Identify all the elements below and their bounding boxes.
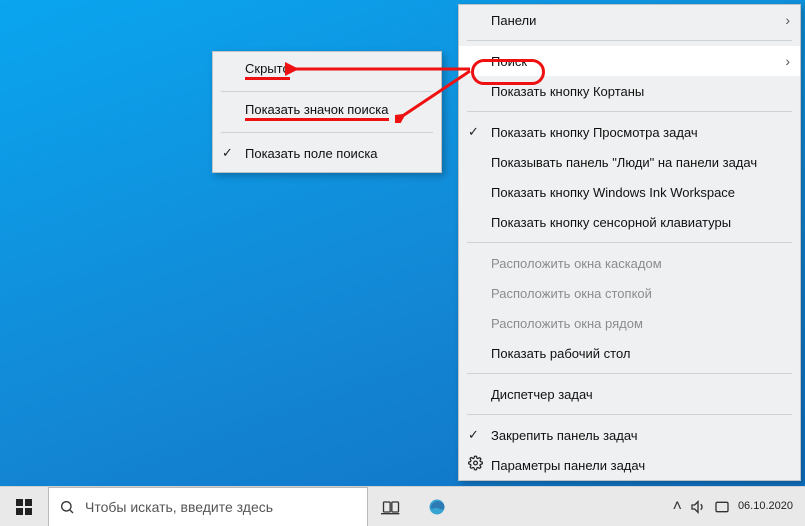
separator bbox=[221, 132, 433, 133]
menu-label: Расположить окна каскадом bbox=[491, 256, 662, 271]
edge-icon bbox=[427, 497, 447, 517]
menu-label: Диспетчер задач bbox=[491, 387, 593, 402]
menu-label: Показать кнопку Просмотра задач bbox=[491, 125, 698, 140]
edge-button[interactable] bbox=[414, 487, 460, 526]
separator bbox=[467, 40, 792, 41]
menu-item-sidebyside: Расположить окна рядом bbox=[459, 308, 800, 338]
submenu-item-show-search-icon[interactable]: Показать значок поиска bbox=[213, 97, 441, 127]
gear-icon bbox=[468, 456, 483, 475]
separator bbox=[467, 373, 792, 374]
search-input[interactable] bbox=[85, 499, 357, 515]
check-icon: ✓ bbox=[222, 145, 233, 161]
menu-label: Поиск bbox=[491, 54, 527, 69]
menu-item-show-cortana[interactable]: Показать кнопку Кортаны bbox=[459, 76, 800, 106]
task-view-button[interactable] bbox=[368, 487, 414, 526]
volume-icon[interactable] bbox=[690, 499, 706, 515]
menu-label: Параметры панели задач bbox=[491, 458, 645, 473]
menu-label: Расположить окна рядом bbox=[491, 316, 643, 331]
menu-label: Показать рабочий стол bbox=[491, 346, 630, 361]
menu-item-show-taskview[interactable]: ✓ Показать кнопку Просмотра задач bbox=[459, 117, 800, 147]
taskbar-context-menu: Панели › Поиск › Показать кнопку Кортаны… bbox=[458, 4, 801, 481]
separator bbox=[221, 91, 433, 92]
submenu-label: Скрыто bbox=[245, 62, 290, 80]
check-icon: ✓ bbox=[468, 427, 479, 443]
check-icon: ✓ bbox=[468, 124, 479, 140]
menu-item-taskbar-settings[interactable]: Параметры панели задач bbox=[459, 450, 800, 480]
menu-item-show-desktop[interactable]: Показать рабочий стол bbox=[459, 338, 800, 368]
tray-chevron-icon[interactable]: ˄ bbox=[673, 498, 682, 516]
clock[interactable]: 06.10.2020 bbox=[738, 500, 797, 513]
taskbar-pinned bbox=[368, 487, 460, 526]
menu-label: Закрепить панель задач bbox=[491, 428, 638, 443]
menu-item-task-manager[interactable]: Диспетчер задач bbox=[459, 379, 800, 409]
menu-item-stack: Расположить окна стопкой bbox=[459, 278, 800, 308]
menu-label: Показать кнопку Windows Ink Workspace bbox=[491, 185, 735, 200]
menu-label: Показывать панель "Люди" на панели задач bbox=[491, 155, 757, 170]
menu-item-show-people[interactable]: Показывать панель "Люди" на панели задач bbox=[459, 147, 800, 177]
menu-label: Показать кнопку сенсорной клавиатуры bbox=[491, 215, 731, 230]
submenu-item-hidden[interactable]: Скрыто bbox=[213, 56, 441, 86]
menu-item-lock-taskbar[interactable]: ✓ Закрепить панель задач bbox=[459, 420, 800, 450]
submenu-item-show-search-box[interactable]: ✓ Показать поле поиска bbox=[213, 138, 441, 168]
windows-logo-icon bbox=[16, 499, 32, 515]
submenu-label: Показать значок поиска bbox=[245, 103, 389, 121]
menu-item-panels[interactable]: Панели › bbox=[459, 5, 800, 35]
system-tray: ˄ 06.10.2020 bbox=[665, 487, 805, 526]
chevron-right-icon: › bbox=[785, 53, 790, 69]
chevron-right-icon: › bbox=[785, 12, 790, 28]
search-submenu: Скрыто Показать значок поиска ✓ Показать… bbox=[212, 51, 442, 173]
language-icon[interactable] bbox=[714, 499, 730, 515]
menu-label: Расположить окна стопкой bbox=[491, 286, 652, 301]
menu-label: Показать кнопку Кортаны bbox=[491, 84, 644, 99]
menu-item-show-ink[interactable]: Показать кнопку Windows Ink Workspace bbox=[459, 177, 800, 207]
submenu-label: Показать поле поиска bbox=[245, 146, 378, 161]
menu-item-search[interactable]: Поиск › bbox=[459, 46, 800, 76]
menu-label: Панели bbox=[491, 13, 536, 28]
search-icon bbox=[59, 499, 75, 515]
menu-item-cascade: Расположить окна каскадом bbox=[459, 248, 800, 278]
desktop: Скрыто Показать значок поиска ✓ Показать… bbox=[0, 0, 805, 526]
separator bbox=[467, 414, 792, 415]
task-view-icon bbox=[381, 497, 401, 517]
clock-date: 06.10.2020 bbox=[738, 500, 793, 513]
separator bbox=[467, 242, 792, 243]
taskbar-search-box[interactable] bbox=[48, 487, 368, 526]
separator bbox=[467, 111, 792, 112]
start-button[interactable] bbox=[0, 487, 48, 526]
menu-item-show-touchkb[interactable]: Показать кнопку сенсорной клавиатуры bbox=[459, 207, 800, 237]
taskbar: ˄ 06.10.2020 bbox=[0, 486, 805, 526]
